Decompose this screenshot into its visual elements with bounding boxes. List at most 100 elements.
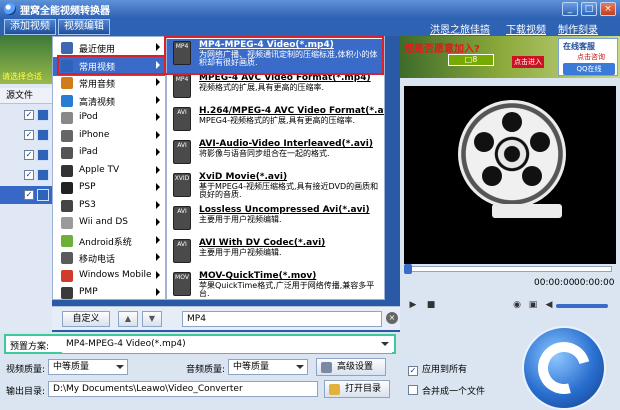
category-item[interactable]: iPhone bbox=[53, 127, 165, 146]
file-row-selected[interactable]: ✓ bbox=[0, 186, 52, 204]
volume-icon[interactable]: ◀ bbox=[542, 298, 556, 312]
maximize-button[interactable]: □ bbox=[581, 2, 597, 16]
format-item[interactable]: AVI H.264/MPEG-4 AVC Video Format(*.avi) M… bbox=[167, 105, 384, 135]
category-menu: 最近使用 常用视频 常用音频 高清视频 iPod iPhone iPad Apple TV PS… bbox=[52, 36, 166, 300]
category-icon bbox=[61, 94, 73, 107]
format-search-input[interactable]: MP4 bbox=[182, 311, 382, 327]
category-item[interactable]: Wii and DS bbox=[53, 214, 165, 233]
format-item[interactable]: MP4 MPEG-4 AVC Video Format(*.mp4) 视频格式的扩展… bbox=[167, 72, 384, 102]
stop-button[interactable]: ■ bbox=[424, 298, 438, 312]
category-item[interactable]: 常用音频 bbox=[53, 74, 165, 93]
category-item[interactable]: 移动电话 bbox=[53, 249, 165, 268]
preset-select[interactable]: MP4-MPEG-4 Video(*.mp4) bbox=[62, 337, 392, 353]
category-icon bbox=[61, 252, 73, 264]
advanced-settings-button[interactable]: 高级设置 bbox=[316, 358, 386, 376]
link-download-video[interactable]: 下载视频 bbox=[506, 21, 546, 36]
advanced-settings-label: 高级设置 bbox=[337, 362, 374, 372]
video-format-icon: MOV bbox=[173, 272, 191, 296]
edit-video-button[interactable]: 视频编辑 bbox=[58, 19, 110, 35]
output-dir-value: D:\My Documents\Leawo\Video_Converter bbox=[53, 384, 243, 394]
format-item[interactable]: AVI Lossless Uncompressed Avi(*.avi) 主要用于用… bbox=[167, 204, 384, 234]
apply-all-checkbox[interactable]: ✓ 应用到所有 bbox=[408, 362, 468, 376]
open-folder-label: 打开目录 bbox=[345, 384, 382, 394]
time-total: 00:00:00 bbox=[574, 278, 615, 288]
category-item[interactable]: PMP bbox=[53, 284, 165, 303]
add-video-button[interactable]: 添加视频 bbox=[4, 19, 56, 35]
minimize-button[interactable]: _ bbox=[562, 2, 578, 16]
move-down-button[interactable]: ▼ bbox=[142, 311, 162, 327]
apply-all-label: 应用到所有 bbox=[422, 365, 468, 375]
clear-search-icon[interactable]: × bbox=[386, 312, 398, 324]
category-label: iPhone bbox=[79, 129, 110, 140]
category-item[interactable]: PSP bbox=[53, 179, 165, 198]
category-item[interactable]: 高清视频 bbox=[53, 92, 165, 111]
category-item[interactable]: PS3 bbox=[53, 197, 165, 216]
convert-button[interactable] bbox=[522, 326, 606, 410]
close-button[interactable]: × bbox=[600, 2, 616, 16]
category-item[interactable]: Android系统 bbox=[53, 232, 165, 251]
move-up-button[interactable]: ▲ bbox=[118, 311, 138, 327]
category-label: 常用音频 bbox=[79, 80, 116, 90]
banner-tag: 点击进入 bbox=[512, 56, 544, 68]
category-item[interactable]: iPad bbox=[53, 144, 165, 163]
format-item[interactable]: AVI AVI-Audio-Video Interleaved(*.avi) 将影像… bbox=[167, 138, 384, 168]
file-row[interactable]: ✓ bbox=[0, 166, 52, 184]
snapshot-button[interactable]: ◉ bbox=[510, 298, 524, 312]
seek-bar[interactable] bbox=[404, 264, 612, 274]
app-logo-icon bbox=[4, 3, 16, 15]
file-checkbox[interactable]: ✓ bbox=[24, 150, 34, 160]
ad-banner-left[interactable]: 请选择合适 bbox=[0, 36, 52, 84]
category-label: PS3 bbox=[79, 199, 96, 210]
file-checkbox[interactable]: ✓ bbox=[24, 170, 34, 180]
chevron-right-icon bbox=[156, 253, 160, 261]
format-name: AVI With DV Codec(*.avi) bbox=[199, 238, 326, 248]
format-item[interactable]: AVI AVI With DV Codec(*.avi) 主要用于用户视频编辑. bbox=[167, 237, 384, 267]
video-quality-select[interactable]: 中等质量 bbox=[48, 359, 128, 375]
chevron-right-icon bbox=[156, 270, 160, 279]
seek-handle[interactable] bbox=[404, 264, 412, 274]
category-item[interactable]: Windows Mobile bbox=[53, 267, 165, 286]
merge-check[interactable] bbox=[408, 385, 418, 395]
format-item[interactable]: MOV MOV-QuickTime(*.mov) 苹果QuickTime格式,广泛用… bbox=[167, 270, 384, 299]
file-checkbox[interactable]: ✓ bbox=[24, 190, 34, 200]
chevron-right-icon bbox=[156, 148, 160, 156]
ad-banner-top[interactable]: 您是否愿意加入? □8 点击进入 在线客服 点击咨询 QQ在线 bbox=[400, 36, 620, 78]
video-format-icon: AVI bbox=[173, 140, 191, 164]
window-controls: _ □ × bbox=[562, 2, 616, 16]
format-name: H.264/MPEG-4 AVC Video Format(*.avi) bbox=[199, 106, 385, 116]
category-icon bbox=[61, 234, 73, 247]
category-icon bbox=[61, 164, 73, 177]
open-folder-button[interactable]: 打开目录 bbox=[324, 380, 390, 398]
format-name: AVI-Audio-Video Interleaved(*.avi) bbox=[199, 139, 373, 149]
chevron-down-icon bbox=[296, 365, 304, 369]
file-checkbox[interactable]: ✓ bbox=[24, 110, 34, 120]
file-row[interactable]: ✓ bbox=[0, 146, 52, 164]
preset-label: 预置方案: bbox=[10, 342, 50, 352]
audio-quality-select[interactable]: 中等质量 bbox=[228, 359, 308, 375]
file-checkbox[interactable]: ✓ bbox=[24, 130, 34, 140]
qq-online-button[interactable]: QQ在线 bbox=[563, 63, 615, 75]
link-tour[interactable]: 洪恩之旅佳搞 bbox=[430, 21, 490, 36]
merge-checkbox[interactable]: 合并成一个文件 bbox=[408, 384, 485, 397]
snapshot-folder-button[interactable]: ▣ bbox=[526, 298, 540, 312]
format-name: XviD Movie(*.avi) bbox=[199, 172, 288, 182]
volume-slider[interactable] bbox=[556, 304, 608, 308]
support-link[interactable]: 点击咨询 bbox=[577, 52, 605, 62]
category-icon bbox=[61, 77, 73, 89]
format-item[interactable]: XVID XviD Movie(*.avi) 基于MPEG4-视频压缩格式,具有接近… bbox=[167, 171, 384, 201]
file-list-panel: 请选择合适 源文件 ✓ ✓ ✓ ✓ ✓ bbox=[0, 36, 52, 332]
video-quality-label: 视频质量: bbox=[6, 365, 46, 375]
format-highlight-frame bbox=[164, 36, 384, 75]
play-button[interactable]: ▶ bbox=[406, 298, 420, 312]
custom-button[interactable]: 自定义 bbox=[62, 311, 110, 327]
category-item[interactable]: iPod bbox=[53, 109, 165, 128]
file-row[interactable]: ✓ bbox=[0, 106, 52, 124]
output-dir-field[interactable]: D:\My Documents\Leawo\Video_Converter bbox=[48, 381, 318, 397]
online-support-box[interactable]: 在线客服 点击咨询 QQ在线 bbox=[558, 38, 618, 76]
title-bar: 狸窝全能视频转换器 _ □ × bbox=[0, 0, 620, 18]
apply-all-check[interactable]: ✓ bbox=[408, 366, 418, 376]
ad-text: 请选择合适 bbox=[2, 72, 42, 81]
file-row[interactable]: ✓ bbox=[0, 126, 52, 144]
category-icon bbox=[61, 147, 73, 159]
category-item[interactable]: Apple TV bbox=[53, 162, 165, 181]
